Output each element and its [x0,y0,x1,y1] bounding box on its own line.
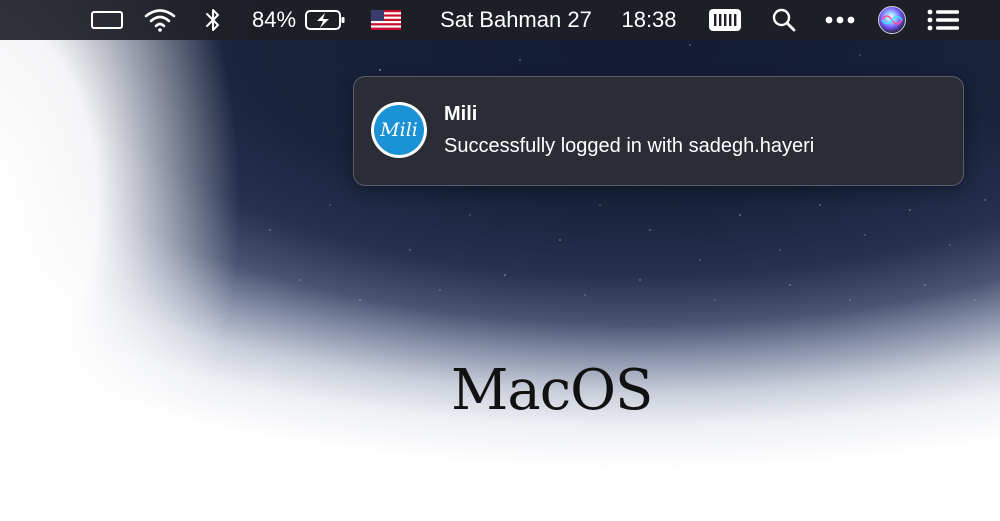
mili-app-icon: Mili [371,102,427,158]
keyboard-icon[interactable] [707,0,743,40]
login-notification[interactable]: Mili Mili Successfully logged in with sa… [353,76,964,186]
menubar-date[interactable]: Sat Bahman 27 [428,0,604,40]
more-icon[interactable] [822,0,858,40]
display-icon[interactable] [88,0,128,40]
wifi-icon[interactable] [139,0,181,40]
us-flag-icon[interactable] [370,0,402,40]
macos-logo-text: MacOS [451,358,653,423]
siri-icon[interactable] [876,0,908,40]
spotlight-search-icon[interactable] [769,0,799,40]
menubar-time[interactable]: 18:38 [615,0,683,40]
notification-title: Mili [444,103,478,125]
mili-logo: Mili [374,105,424,155]
battery-percent: 84% [251,7,297,32]
bluetooth-icon[interactable] [199,0,227,40]
notification-message: Successfully logged in with sadegh.hayer… [444,135,815,157]
battery-charging-icon[interactable] [303,0,347,40]
mili-logo-text: Mili [380,119,418,141]
menu-bar: 84% Sat Bahman 27 18:38 [0,0,1000,40]
notification-center-icon[interactable] [925,0,961,40]
